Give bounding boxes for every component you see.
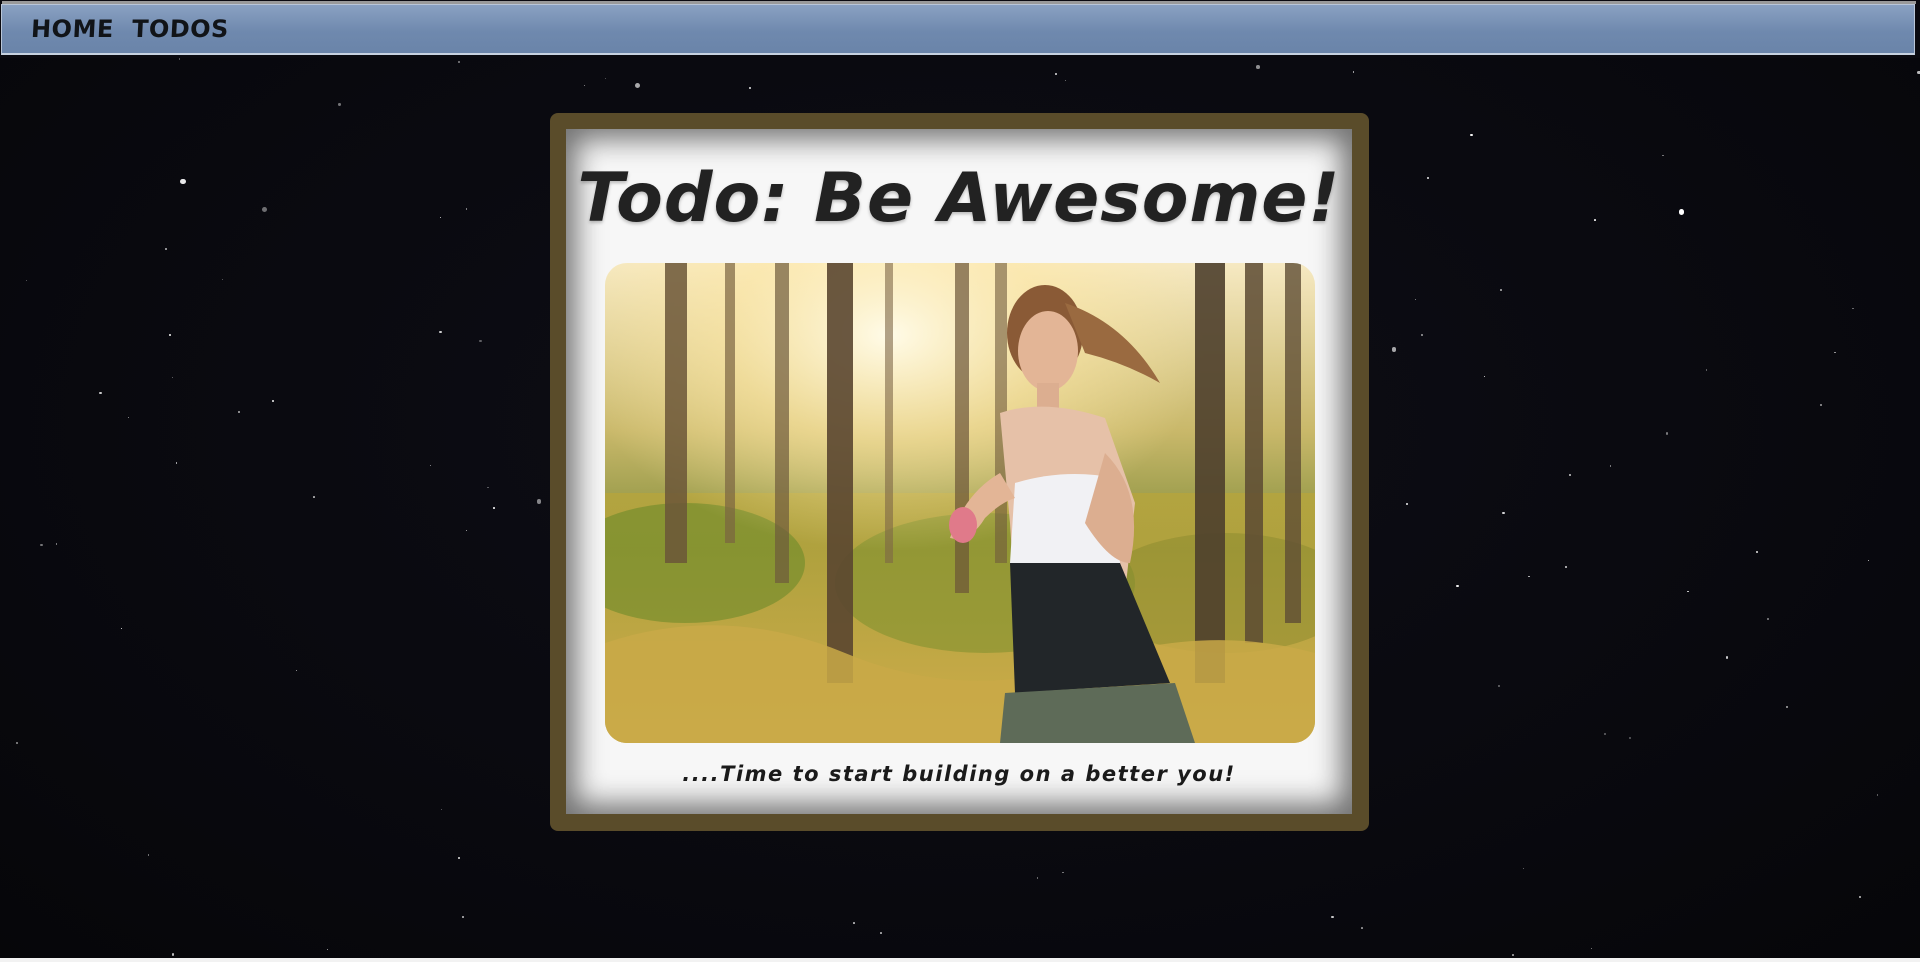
star	[1876, 794, 1879, 797]
star	[465, 529, 468, 532]
star	[1833, 351, 1836, 354]
star	[1726, 656, 1729, 659]
star	[493, 506, 495, 509]
star	[1470, 133, 1473, 136]
star	[1591, 947, 1593, 950]
star	[634, 82, 640, 89]
star	[1256, 64, 1261, 69]
star	[1420, 334, 1423, 336]
star	[1483, 375, 1485, 378]
star	[441, 808, 443, 810]
motivational-caption: ....Time to start building on a better y…	[682, 762, 1236, 786]
star	[271, 399, 274, 402]
nav-home-link[interactable]: HOME	[30, 15, 114, 43]
star	[1511, 954, 1514, 956]
star	[1528, 575, 1530, 578]
star	[40, 543, 43, 546]
page-title: Todo: Be Awesome!	[577, 159, 1341, 238]
star	[99, 391, 102, 395]
star	[439, 330, 442, 333]
star	[169, 333, 172, 336]
star	[1786, 706, 1788, 708]
star	[1036, 877, 1039, 879]
star	[1756, 550, 1759, 553]
star	[313, 496, 315, 498]
hero-image	[605, 263, 1315, 743]
bottom-edge	[0, 958, 1920, 962]
star	[458, 857, 460, 859]
star	[604, 77, 607, 80]
star	[1406, 502, 1409, 505]
star	[1662, 154, 1664, 157]
star	[1352, 71, 1355, 73]
star	[852, 921, 855, 924]
top-navbar: HOME TODOS	[1, 1, 1916, 55]
star	[880, 932, 882, 934]
star	[178, 58, 181, 60]
star	[1522, 868, 1524, 870]
star	[1331, 916, 1334, 919]
star	[1687, 590, 1689, 593]
star	[1062, 871, 1065, 874]
nav-todos-link[interactable]: TODOS	[131, 15, 229, 43]
frame-card: Todo: Be Awesome! ....Time to start buil…	[566, 129, 1352, 814]
star	[1391, 347, 1397, 352]
star	[1055, 73, 1057, 75]
star	[1564, 565, 1567, 568]
star	[479, 339, 482, 343]
star	[165, 248, 168, 251]
star	[175, 462, 177, 464]
star	[1456, 584, 1459, 588]
star	[55, 543, 58, 545]
star	[1594, 219, 1596, 221]
star	[1867, 559, 1870, 562]
star	[171, 376, 173, 378]
star	[536, 499, 541, 504]
star	[1568, 473, 1571, 477]
star	[25, 279, 28, 282]
star	[1628, 736, 1632, 740]
picture-frame: Todo: Be Awesome! ....Time to start buil…	[550, 113, 1369, 831]
star	[1603, 733, 1606, 736]
star	[128, 417, 130, 419]
star	[465, 208, 467, 210]
star	[1820, 403, 1823, 406]
star	[748, 86, 751, 89]
star	[1415, 299, 1417, 301]
page: HOME TODOS Todo: Be Awesome! ....Time to…	[0, 0, 1920, 962]
star	[148, 854, 150, 856]
star	[1064, 79, 1067, 82]
woman-jogging-photo	[605, 263, 1315, 743]
star	[1665, 432, 1668, 435]
star	[583, 84, 586, 87]
star	[1766, 617, 1769, 620]
star	[16, 741, 19, 744]
star	[486, 486, 489, 489]
star	[338, 103, 341, 106]
star	[171, 953, 174, 956]
star	[1859, 895, 1862, 898]
star	[262, 206, 268, 212]
star	[327, 948, 329, 951]
star	[1705, 369, 1707, 371]
star	[1426, 177, 1429, 180]
navbar-top-border	[2, 1, 1916, 4]
star	[1361, 927, 1363, 929]
star	[295, 669, 298, 672]
star	[1852, 307, 1854, 310]
star	[429, 465, 431, 467]
star	[120, 627, 123, 630]
star	[1502, 512, 1505, 515]
star	[180, 178, 186, 185]
star	[221, 278, 224, 281]
star	[439, 216, 442, 218]
star	[458, 61, 461, 64]
star	[1609, 465, 1612, 467]
star	[461, 915, 464, 918]
star	[1497, 684, 1500, 687]
star	[237, 410, 240, 413]
star	[1678, 209, 1685, 215]
star	[1500, 288, 1502, 291]
